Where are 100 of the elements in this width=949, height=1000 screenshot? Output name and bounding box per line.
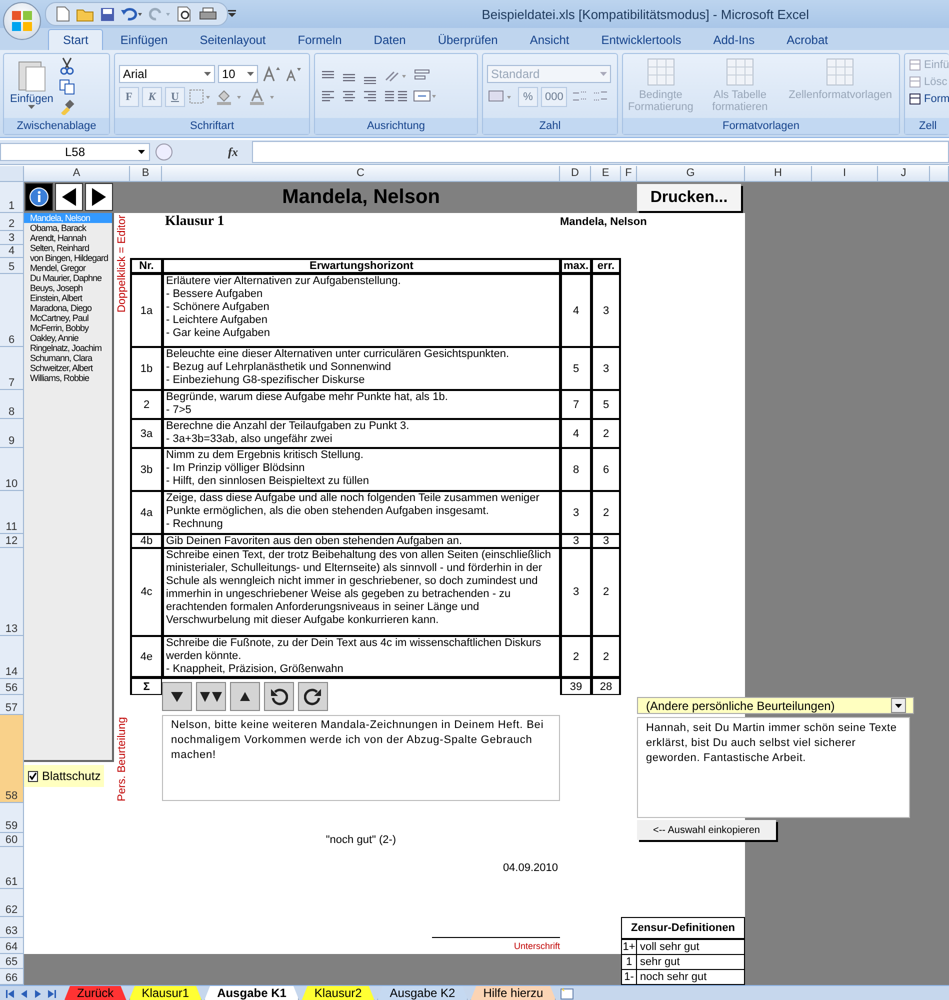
student-item[interactable]: Schweitzer, Albert <box>24 363 112 373</box>
indent-icon[interactable] <box>382 88 410 104</box>
undo-button[interactable] <box>264 682 294 711</box>
align-left-icon[interactable] <box>319 88 337 104</box>
ribbon-tab[interactable]: Überprüfen <box>422 29 513 50</box>
italic-button[interactable]: K <box>142 87 162 107</box>
column-header[interactable]: C <box>162 166 560 182</box>
row-header[interactable]: 64 <box>0 938 24 954</box>
student-item[interactable]: Selten, Reinhard <box>24 243 112 253</box>
ribbon-tab[interactable]: Einfügen <box>105 29 183 50</box>
down-button[interactable] <box>162 682 192 711</box>
previous-button[interactable] <box>55 183 83 211</box>
row-header[interactable]: 3 <box>0 231 24 245</box>
print-button[interactable]: Drucken... <box>637 184 741 211</box>
comment-field[interactable]: Nelson, bitte keine weiteren Mandala-Zeichnungen in Deinem Heft. Bei nochmaligem Vorkommen werde ich von der Abzug-Spalte Gebrauch machen! <box>162 715 560 801</box>
last-sheet-icon[interactable] <box>48 990 56 998</box>
undo-icon[interactable] <box>121 7 143 21</box>
print-preview-icon[interactable] <box>177 6 193 22</box>
formula-input[interactable] <box>252 141 949 163</box>
scissors-icon[interactable] <box>59 57 76 75</box>
student-item[interactable]: Obama, Barack <box>24 223 112 233</box>
redo-button[interactable] <box>298 682 328 711</box>
sheet-tab[interactable]: Ausgabe K1 <box>204 986 300 1000</box>
ribbon-tab[interactable]: Add-Ins <box>698 29 770 50</box>
row-header[interactable]: 59 <box>0 803 24 833</box>
column-header[interactable]: H <box>745 166 812 182</box>
printer-icon[interactable] <box>199 6 217 22</box>
office-button[interactable] <box>3 2 41 40</box>
student-item[interactable]: Arendt, Hannah <box>24 233 112 243</box>
row-header[interactable]: 1 <box>0 182 24 213</box>
merge-cells-icon[interactable] <box>412 88 436 104</box>
ribbon-tab[interactable]: Daten <box>358 29 421 50</box>
function-button[interactable]: fx <box>228 144 238 160</box>
student-item[interactable]: Du Maurier, Daphne <box>24 273 112 283</box>
comment-dropdown[interactable]: (Andere persönliche Beurteilungen) <box>637 697 914 714</box>
student-item[interactable]: Beuys, Joseph <box>24 283 112 293</box>
row-header[interactable]: 9 <box>0 419 24 448</box>
info-button[interactable] <box>25 183 53 211</box>
student-item[interactable]: Maradona, Diego <box>24 303 112 313</box>
customize-icon[interactable] <box>228 10 236 18</box>
next-sheet-icon[interactable] <box>34 990 42 998</box>
row-header[interactable]: 2 <box>0 213 24 231</box>
row-header[interactable]: 57 <box>0 695 24 715</box>
sheet-protection-checkbox[interactable]: Blattschutz <box>24 765 104 787</box>
first-sheet-icon[interactable] <box>6 990 14 998</box>
double-down-button[interactable] <box>196 682 226 711</box>
student-item[interactable]: Mendel, Gregor <box>24 263 112 273</box>
row-header[interactable]: 6 <box>0 274 24 347</box>
prev-sheet-icon[interactable] <box>20 990 28 998</box>
sheet-tab[interactable]: Klausur1 <box>128 986 202 1000</box>
ribbon-tab[interactable]: Start <box>48 29 104 50</box>
ribbon-tab[interactable]: Entwicklertools <box>586 29 696 50</box>
sheet-tab[interactable]: Zurück <box>64 986 127 1000</box>
font-field[interactable]: Arial <box>119 65 215 83</box>
student-item[interactable]: Williams, Robbie <box>24 373 112 383</box>
ribbon-tab[interactable]: Seitenlayout <box>184 29 281 50</box>
student-item[interactable]: Oakley, Annie <box>24 333 112 343</box>
student-item[interactable]: Einstein, Albert <box>24 293 112 303</box>
new-sheet-icon[interactable] <box>558 986 574 1000</box>
copy-selection-button[interactable]: <-- Auswahl einkopieren <box>637 820 776 840</box>
column-header[interactable]: F <box>621 166 637 182</box>
student-item[interactable]: McFerrin, Bobby <box>24 323 112 333</box>
ribbon-tab[interactable]: Formeln <box>282 29 357 50</box>
font-size-field[interactable]: 10 <box>218 65 258 83</box>
row-header[interactable]: 11 <box>0 491 24 534</box>
ribbon-tab[interactable]: Ansicht <box>514 29 584 50</box>
row-header[interactable]: 5 <box>0 258 24 274</box>
bold-button[interactable]: F <box>119 87 139 107</box>
shrink-font-icon[interactable] <box>284 65 302 83</box>
ribbon-tab[interactable]: Acrobat <box>772 29 843 50</box>
sheet-tab[interactable]: Ausgabe K2 <box>376 986 468 1000</box>
column-header[interactable]: A <box>24 166 130 182</box>
save-icon[interactable] <box>100 6 115 22</box>
row-header[interactable]: 58 <box>0 715 24 803</box>
row-header[interactable]: 62 <box>0 889 24 917</box>
row-header[interactable]: 12 <box>0 534 24 548</box>
column-header[interactable]: G <box>637 166 745 182</box>
underline-button[interactable]: U <box>165 87 185 107</box>
align-center-icon[interactable] <box>340 88 358 104</box>
zoom-control-icon[interactable] <box>154 143 174 161</box>
thousands-button[interactable]: 000 <box>541 87 568 107</box>
student-item[interactable]: von Bingen, Hildegard <box>24 253 112 263</box>
column-header[interactable]: E <box>591 166 621 182</box>
new-file-icon[interactable] <box>56 6 70 22</box>
row-header[interactable]: 60 <box>0 833 24 847</box>
student-item[interactable]: McCartney, Paul <box>24 313 112 323</box>
name-box[interactable]: L58 <box>0 143 150 161</box>
column-header[interactable]: D <box>560 166 591 182</box>
row-header[interactable]: 4 <box>0 245 24 258</box>
row-header[interactable]: 66 <box>0 969 24 985</box>
paste-button[interactable]: Einfügen <box>8 57 56 115</box>
row-header[interactable]: 14 <box>0 636 24 679</box>
column-header[interactable]: J <box>878 166 930 182</box>
comment-text-box[interactable]: Hannah, seit Du Martin immer schön seine Texte erklärst, bist Du auch selbst viel sicherer geworden. Fantastische Arbeit. <box>637 717 910 818</box>
row-header[interactable]: 56 <box>0 679 24 695</box>
copy-icon[interactable] <box>59 79 76 95</box>
student-item[interactable]: Schumann, Clara <box>24 353 112 363</box>
row-header[interactable]: 7 <box>0 347 24 390</box>
row-header[interactable]: 13 <box>0 548 24 636</box>
next-button[interactable] <box>85 183 113 211</box>
